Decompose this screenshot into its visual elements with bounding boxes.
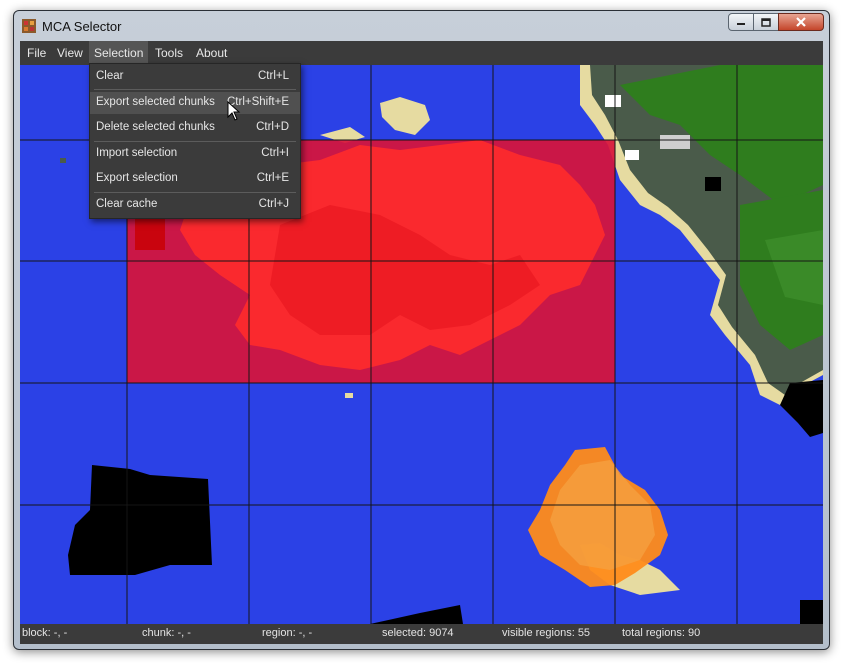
menu-separator <box>94 141 296 142</box>
status-bar: block: -, - chunk: -, - region: -, - sel… <box>20 624 823 644</box>
menu-separator <box>94 192 296 193</box>
minimize-button[interactable] <box>728 13 754 31</box>
close-button[interactable] <box>778 13 824 31</box>
menu-view[interactable]: View <box>52 41 88 65</box>
menu-item-export-selection[interactable]: Export selection Ctrl+E <box>90 168 300 190</box>
menu-separator <box>94 89 296 90</box>
maximize-icon <box>761 17 771 27</box>
status-selected: selected: 9074 <box>382 627 454 639</box>
status-total-regions: total regions: 90 <box>622 627 701 639</box>
menu-item-label: Export selection <box>96 172 178 184</box>
status-visible-regions: visible regions: 55 <box>502 627 591 639</box>
menu-item-clear[interactable]: Clear Ctrl+L <box>90 66 300 88</box>
menu-tools[interactable]: Tools <box>150 41 188 65</box>
menu-item-label: Delete selected chunks <box>96 121 215 133</box>
close-icon <box>796 17 806 27</box>
menu-item-clear-cache[interactable]: Clear cache Ctrl+J <box>90 194 300 216</box>
app-icon <box>22 19 36 33</box>
menu-item-label: Clear <box>96 70 124 82</box>
menu-item-import-selection[interactable]: Import selection Ctrl+I <box>90 143 300 165</box>
mouse-cursor-icon <box>227 101 241 121</box>
status-region: region: -, - <box>262 627 313 639</box>
menu-item-label: Clear cache <box>96 198 158 210</box>
minimize-icon <box>737 23 745 25</box>
menu-item-shortcut: Ctrl+L <box>258 70 289 82</box>
menu-item-export-selected-chunks[interactable]: Export selected chunks Ctrl+Shift+E <box>90 92 300 114</box>
menu-item-delete-selected-chunks[interactable]: Delete selected chunks Ctrl+D <box>90 117 300 139</box>
menu-item-label: Import selection <box>96 147 178 159</box>
status-chunk: chunk: -, - <box>142 627 191 639</box>
selection-menu-dropdown: Clear Ctrl+L Export selected chunks Ctrl… <box>89 63 301 219</box>
maximize-button[interactable] <box>753 13 779 31</box>
menu-item-shortcut: Ctrl+E <box>256 172 289 184</box>
title-bar[interactable]: MCA Selector <box>14 11 829 41</box>
menu-selection[interactable]: Selection <box>89 41 149 65</box>
menu-item-shortcut: Ctrl+J <box>258 198 289 210</box>
menu-item-shortcut: Ctrl+D <box>256 121 289 133</box>
menu-about[interactable]: About <box>191 41 232 65</box>
window-title: MCA Selector <box>42 19 122 34</box>
menu-file[interactable]: File <box>22 41 51 65</box>
menu-item-label: Export selected chunks <box>96 96 215 108</box>
menu-item-shortcut: Ctrl+I <box>261 147 289 159</box>
menu-bar: File View Selection Tools About <box>20 41 823 65</box>
status-block: block: -, - <box>22 627 68 639</box>
